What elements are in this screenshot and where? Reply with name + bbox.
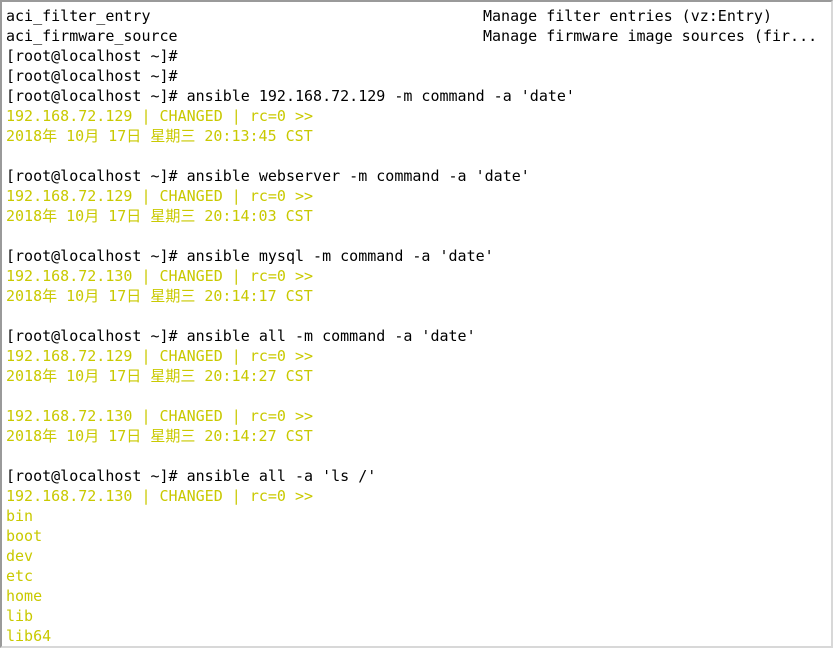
terminal-line-text: 192.168.72.130 | CHANGED | rc=0 >>: [6, 487, 314, 505]
terminal-line-text: [root@localhost ~]# ansible 192.168.72.1…: [6, 87, 575, 105]
terminal-line-text: 2018年 10月 17日 星期三 20:14:03 CST: [6, 207, 313, 225]
terminal-output-line: 192.168.72.129 | CHANGED | rc=0 >>: [6, 106, 831, 126]
terminal-line-text: [root@localhost ~]# ansible all -m comma…: [6, 327, 476, 345]
terminal-line-text: 2018年 10月 17日 星期三 20:14:27 CST: [6, 427, 313, 445]
terminal-line-text: 2018年 10月 17日 星期三 20:14:17 CST: [6, 287, 313, 305]
terminal-line-text: 2018年 10月 17日 星期三 20:13:45 CST: [6, 127, 313, 145]
terminal-output-line: lib64: [6, 626, 831, 646]
terminal-line-text: lib64: [6, 627, 52, 645]
terminal-line-text: [root@localhost ~]# ansible webserver -m…: [6, 167, 530, 185]
terminal-line-text: [root@localhost ~]# ansible all -a 'ls /…: [6, 467, 377, 485]
terminal-line-text: 192.168.72.130 | CHANGED | rc=0 >>: [6, 267, 314, 285]
terminal-output-line: home: [6, 586, 831, 606]
terminal-prompt-line: [root@localhost ~]#: [6, 46, 831, 66]
terminal-output-line: 192.168.72.129 | CHANGED | rc=0 >>: [6, 186, 831, 206]
terminal-line-text: 192.168.72.129 | CHANGED | rc=0 >>: [6, 347, 314, 365]
module-description: Manage filter entries (vz:Entry): [483, 7, 772, 25]
terminal-line-text: 192.168.72.130 | CHANGED | rc=0 >>: [6, 407, 314, 425]
terminal-output-line: dev: [6, 546, 831, 566]
terminal-output-line: etc: [6, 566, 831, 586]
terminal-prompt-line: [root@localhost ~]#: [6, 66, 831, 86]
terminal-command-line: [root@localhost ~]# ansible all -a 'ls /…: [6, 466, 831, 486]
terminal-output-line: 2018年 10月 17日 星期三 20:13:45 CST: [6, 126, 831, 146]
terminal-line-text: etc: [6, 567, 34, 585]
terminal-output-line: 2018年 10月 17日 星期三 20:14:27 CST: [6, 426, 831, 446]
terminal-line-text: 2018年 10月 17日 星期三 20:14:27 CST: [6, 367, 313, 385]
module-name: aci_firmware_source: [6, 27, 178, 45]
terminal-line-text: [root@localhost ~]#: [6, 67, 178, 85]
terminal-output-line: 192.168.72.130 | CHANGED | rc=0 >>: [6, 266, 831, 286]
terminal-output-line: 2018年 10月 17日 星期三 20:14:27 CST: [6, 366, 831, 386]
module-list-row: aci_filter_entry Manage filter entries (v…: [6, 6, 831, 26]
terminal-line-text: [root@localhost ~]# ansible mysql -m com…: [6, 247, 494, 265]
terminal-output-line: bin: [6, 506, 831, 526]
terminal-command-line: [root@localhost ~]# ansible webserver -m…: [6, 166, 831, 186]
module-name: aci_filter_entry: [6, 7, 151, 25]
module-list-row: aci_firmware_source Manage firmware image…: [6, 26, 831, 46]
terminal-window[interactable]: aci_filter_entry Manage filter entries (v…: [0, 0, 833, 648]
terminal-output-line: 192.168.72.130 | CHANGED | rc=0 >>: [6, 486, 831, 506]
terminal-command-line: [root@localhost ~]# ansible 192.168.72.1…: [6, 86, 831, 106]
terminal-line-text: lib: [6, 607, 34, 625]
terminal-command-line: [root@localhost ~]# ansible mysql -m com…: [6, 246, 831, 266]
terminal-line-text: bin: [6, 507, 34, 525]
terminal-line-text: dev: [6, 547, 34, 565]
terminal-line-text: boot: [6, 527, 43, 545]
terminal-screen[interactable]: aci_filter_entry Manage filter entries (v…: [2, 2, 831, 646]
terminal-output-line: 192.168.72.129 | CHANGED | rc=0 >>: [6, 346, 831, 366]
terminal-output-line: 2018年 10月 17日 星期三 20:14:17 CST: [6, 286, 831, 306]
terminal-output-line: boot: [6, 526, 831, 546]
terminal-line-text: 192.168.72.129 | CHANGED | rc=0 >>: [6, 187, 314, 205]
terminal-output-line: 192.168.72.130 | CHANGED | rc=0 >>: [6, 406, 831, 426]
terminal-line-text: 192.168.72.129 | CHANGED | rc=0 >>: [6, 107, 314, 125]
terminal-line-text: [root@localhost ~]#: [6, 47, 178, 65]
module-description: Manage firmware image sources (fir...: [483, 27, 818, 45]
terminal-line-text: home: [6, 587, 43, 605]
terminal-output-line: 2018年 10月 17日 星期三 20:14:03 CST: [6, 206, 831, 226]
terminal-output-line: lib: [6, 606, 831, 626]
terminal-command-line: [root@localhost ~]# ansible all -m comma…: [6, 326, 831, 346]
